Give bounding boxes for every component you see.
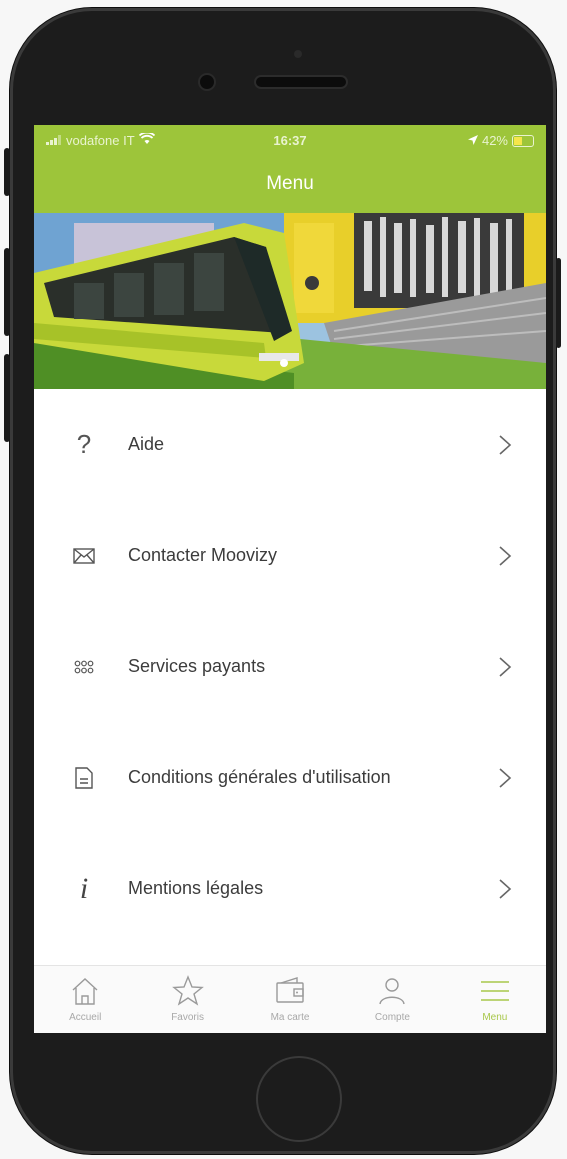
chevron-right-icon [499, 767, 512, 788]
earpiece-speaker [256, 77, 346, 87]
location-arrow-icon [467, 133, 478, 148]
chevron-right-icon [499, 434, 512, 455]
menu-item-label: Aide [128, 434, 165, 454]
chevron-right-icon [499, 656, 512, 677]
mute-switch [4, 148, 10, 196]
help-icon: ? [76, 429, 92, 459]
tab-favoris[interactable]: Favoris [136, 966, 238, 1033]
envelope-icon [70, 542, 98, 570]
menu-item-aide[interactable]: ? Aide [34, 389, 546, 500]
tab-label: Compte [374, 1012, 410, 1023]
star-icon [171, 975, 204, 1006]
menu-item-contact[interactable]: Contacter Moovizy [34, 500, 546, 611]
wallet-icon [276, 977, 304, 1003]
tab-accueil[interactable]: Accueil [34, 966, 136, 1033]
tab-label: Menu [482, 1012, 508, 1023]
power-button [556, 258, 561, 348]
menu-item-label: Contacter Moovizy [128, 545, 278, 565]
info-icon: i [79, 871, 89, 905]
menu-item-services[interactable]: Services payants [34, 611, 546, 722]
tab-ma-carte[interactable]: Ma carte [239, 966, 341, 1033]
menu-item-label: Conditions générales d'utilisation [128, 767, 391, 787]
user-icon [379, 978, 406, 1005]
menu-item-label: Services payants [128, 656, 266, 676]
tab-label: Accueil [69, 1012, 102, 1023]
home-button[interactable] [256, 1056, 342, 1142]
status-bar: vodafone IT 16:37 42% [34, 131, 546, 153]
tab-menu[interactable]: Menu [444, 966, 546, 1033]
app-screen: vodafone IT 16:37 42% Menu ? Aide Contac… [34, 125, 546, 1033]
menu-item-conditions[interactable]: Conditions générales d'utilisation [34, 722, 546, 833]
menu-item-label: Mentions légales [128, 878, 264, 898]
battery-icon [512, 134, 534, 147]
menu-item-mentions[interactable]: i Mentions légales [34, 833, 546, 944]
hamburger-icon [480, 981, 509, 1001]
proximity-sensor [294, 50, 302, 58]
home-icon [72, 978, 98, 1005]
tab-label: Ma carte [270, 1012, 310, 1023]
tab-label: Favoris [171, 1012, 204, 1023]
app-header: vodafone IT 16:37 42% Menu [34, 125, 546, 213]
volume-down-button [4, 354, 10, 442]
front-camera [200, 75, 214, 89]
tab-bar: Accueil Favoris Ma carte Compte Menu [34, 965, 546, 1033]
grid-dots-icon [70, 653, 98, 681]
volume-up-button [4, 248, 10, 336]
tab-compte[interactable]: Compte [341, 966, 443, 1033]
banner-image [34, 213, 546, 389]
page-title: Menu [266, 173, 314, 194]
battery-percent: 42% [481, 133, 508, 148]
document-icon [70, 764, 98, 792]
chevron-right-icon [499, 878, 512, 899]
chevron-right-icon [499, 545, 512, 566]
menu-list: ? Aide Contacter Moovizy Services payant… [34, 389, 546, 944]
